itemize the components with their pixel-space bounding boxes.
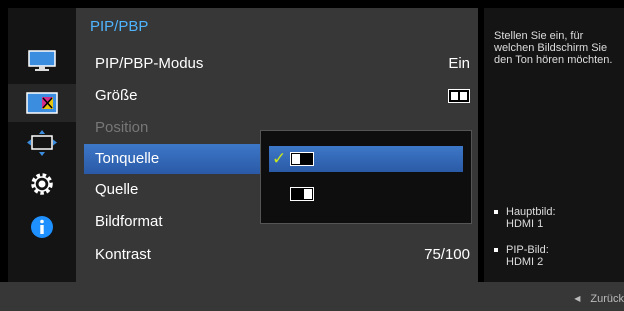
back-label: Zurück [590,293,624,305]
menu-item-value: Ein [448,55,470,72]
bullet [494,210,498,214]
menu-item-label: Tonquelle [95,150,160,167]
menu-title: PIP/PBP [90,18,149,35]
checkmark-icon: ✓ [272,149,287,168]
menu-item-label: Quelle [95,181,139,198]
category-sidebar [8,8,76,282]
settings-gear-icon [31,173,53,195]
help-text: Stellen Sie ein, für welchen Bildschirm … [494,30,613,66]
menu-item-label: PIP/PBP-Modus [95,55,204,72]
main-source-label: Hauptbild: [506,206,556,218]
back-button[interactable]: ◀ Zurück [574,293,624,305]
menu-item-label: Position [95,119,149,136]
help-panel: Stellen Sie ein, für welchen Bildschirm … [484,8,624,282]
back-arrow-icon: ◀ [574,294,581,303]
menu-item-pip-pbp-modus[interactable]: PIP/PBP-Modus Ein [84,49,470,79]
menu-item-groesse[interactable]: Größe [84,81,470,111]
sidebar-item-system[interactable] [8,165,76,203]
color-icon [26,92,58,114]
menu-item-value: 75/100 [424,246,470,263]
pbp-right-window-icon [290,187,314,201]
monitor-icon [28,50,56,71]
sidebar-item-picture[interactable] [8,42,76,80]
pip-source-value: HDMI 2 [506,256,544,268]
menu-item-label: Kontrast [95,246,151,263]
sound-source-option-right[interactable] [269,181,463,207]
sound-source-option-left[interactable]: ✓ [269,146,463,172]
pbp-split-icon [448,89,470,103]
sidebar-item-color[interactable] [8,84,76,122]
tonquelle-submenu: ✓ [260,130,472,224]
bullet [494,248,498,252]
main-source-value: HDMI 1 [506,218,544,230]
menu-item-tonquelle[interactable]: Tonquelle [84,144,268,174]
pip-source-label: PIP-Bild: [506,244,549,256]
bottom-bar: ◀ Zurück [0,282,624,311]
screen-adjust-icon [27,130,57,156]
information-icon [31,216,53,238]
menu-item-label: Bildformat [95,213,163,230]
menu-item-label: Größe [95,87,138,104]
sidebar-item-screen-adjust[interactable] [8,124,76,162]
menu-item-kontrast[interactable]: Kontrast 75/100 [84,240,470,270]
pbp-left-window-icon [290,152,314,166]
sidebar-item-information[interactable] [8,208,76,246]
osd-menu: PIP/PBP PIP/PBP-Modus Ein Größe Position… [0,0,624,311]
